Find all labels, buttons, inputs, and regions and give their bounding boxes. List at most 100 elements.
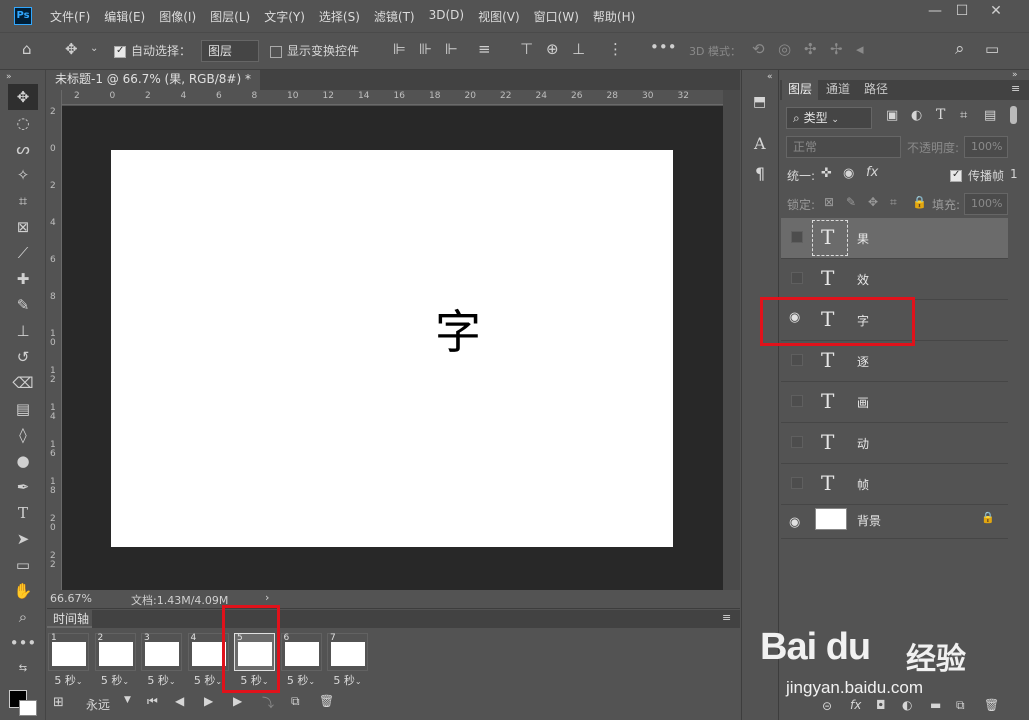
filter-shape-icon[interactable]: ⌗ xyxy=(960,108,967,123)
search-icon[interactable]: ⌕ xyxy=(955,39,965,59)
blur-tool-icon[interactable]: ◊ xyxy=(0,422,46,448)
magic-wand-tool-icon[interactable]: ✧ xyxy=(0,162,46,188)
first-frame-icon[interactable]: ⏮ xyxy=(147,694,158,709)
brush-tool-icon[interactable]: ✎ xyxy=(0,292,46,318)
3d-orbit-icon[interactable]: ⟲ xyxy=(752,40,765,58)
menu-help[interactable]: 帮助(H) xyxy=(593,8,635,25)
layer-row[interactable]: T画 xyxy=(781,382,1008,423)
character-panel-icon[interactable]: A xyxy=(754,134,766,153)
frame-delay[interactable]: 5 秒⌄ xyxy=(95,672,136,688)
collapse-icon[interactable]: » xyxy=(0,70,46,84)
filter-pixel-icon[interactable]: ▣ xyxy=(886,108,898,123)
visibility-toggle[interactable] xyxy=(791,354,803,366)
type-tool-icon[interactable]: T xyxy=(0,500,46,526)
lasso-tool-icon[interactable]: ᔕ xyxy=(0,136,46,162)
unify-position-icon[interactable]: ✜ xyxy=(821,166,832,181)
frame-delay[interactable]: 5 秒⌄ xyxy=(281,672,322,688)
3d-panel-icon[interactable]: ⬒ xyxy=(753,94,766,110)
propagate-frame-checkbox[interactable] xyxy=(950,168,962,182)
animation-frame[interactable]: 6 xyxy=(280,633,322,671)
tab-layers[interactable]: 图层 xyxy=(782,80,819,100)
visibility-toggle[interactable] xyxy=(791,477,803,489)
close-button[interactable]: ✕ xyxy=(981,2,1011,22)
menu-view[interactable]: 视图(V) xyxy=(478,8,520,25)
background-color-swatch[interactable] xyxy=(19,700,37,716)
layer-row[interactable]: T帧 xyxy=(781,464,1008,505)
pen-tool-icon[interactable]: ✒ xyxy=(0,474,46,500)
menu-3d[interactable]: 3D(D) xyxy=(429,8,464,25)
path-selection-tool-icon[interactable]: ➤ xyxy=(0,526,46,552)
animation-frame[interactable]: 7 xyxy=(327,633,368,671)
eyedropper-tool-icon[interactable]: ⟋ xyxy=(0,240,46,266)
lock-position-icon[interactable]: ✥ xyxy=(868,195,878,209)
align-bottom-icon[interactable]: ⊥ xyxy=(572,40,585,58)
layer-name[interactable]: 动 xyxy=(857,435,869,452)
unify-style-icon[interactable]: fx xyxy=(866,165,878,180)
document-tab[interactable]: 未标题-1 @ 66.7% (果, RGB/8#) * ✕ xyxy=(47,70,260,105)
eraser-tool-icon[interactable]: ⌫ xyxy=(0,370,46,396)
layer-name[interactable]: 画 xyxy=(857,394,869,411)
dodge-tool-icon[interactable]: ● xyxy=(0,448,46,474)
layer-row[interactable]: T果 xyxy=(781,218,1008,259)
fill-input[interactable]: 100% xyxy=(964,193,1008,215)
collapse-panel-icon[interactable]: » xyxy=(1012,70,1018,80)
marquee-tool-icon[interactable]: ◌ xyxy=(0,110,46,136)
lock-transparent-icon[interactable]: ⊠ xyxy=(824,195,834,209)
menu-type[interactable]: 文字(Y) xyxy=(264,8,305,25)
workspace-icon[interactable]: ▭ xyxy=(985,40,999,58)
3d-pan-icon[interactable]: ✣ xyxy=(804,40,817,58)
layer-filter-dropdown[interactable]: ⌕ 类型 ⌄ xyxy=(786,107,872,129)
menu-filter[interactable]: 滤镜(T) xyxy=(374,8,415,25)
panel-menu-icon[interactable]: ≡ xyxy=(1011,82,1020,95)
tab-channels[interactable]: 通道 xyxy=(820,80,856,100)
next-frame-icon[interactable]: ▶ xyxy=(233,694,242,708)
chevron-down-icon[interactable]: ⌄ xyxy=(90,43,98,54)
menu-select[interactable]: 选择(S) xyxy=(319,8,360,25)
layer-name[interactable]: 效 xyxy=(857,271,869,288)
visibility-toggle[interactable] xyxy=(791,272,803,284)
frame-delay[interactable]: 5 秒⌄ xyxy=(48,672,89,688)
zoom-tool-icon[interactable]: ⌕ xyxy=(0,604,46,630)
expand-icon[interactable]: « xyxy=(767,72,773,82)
menu-file[interactable]: 文件(F) xyxy=(50,8,90,25)
layer-name[interactable]: 帧 xyxy=(857,476,869,493)
panel-menu-icon[interactable]: ≡ xyxy=(722,611,731,624)
edit-toolbar-icon[interactable]: ••• xyxy=(0,630,46,656)
blend-mode-dropdown[interactable]: 正常 xyxy=(786,136,901,158)
layer-name[interactable]: 逐 xyxy=(857,353,869,370)
frame-tool-icon[interactable]: ⊠ xyxy=(0,214,46,240)
zoom-level[interactable]: 66.67% xyxy=(50,592,92,605)
lock-all-icon[interactable]: 🔒 xyxy=(912,195,927,209)
previous-frame-icon[interactable]: ◀ xyxy=(175,694,184,708)
lock-image-icon[interactable]: ✎ xyxy=(846,195,856,209)
healing-brush-tool-icon[interactable]: ✚ xyxy=(0,266,46,292)
lock-artboard-icon[interactable]: ⌗ xyxy=(890,195,897,210)
align-left-icon[interactable]: ⊫ xyxy=(393,40,406,58)
swap-colors-icon[interactable]: ⇆ xyxy=(0,656,46,682)
visibility-toggle[interactable] xyxy=(791,231,803,243)
tab-timeline[interactable]: 时间轴 xyxy=(47,610,92,628)
delete-frame-icon[interactable]: 🗑 xyxy=(319,694,334,708)
filter-type-icon[interactable]: T xyxy=(936,107,945,123)
chevron-down-icon[interactable]: ▼ xyxy=(124,695,131,705)
home-icon[interactable]: ⌂ xyxy=(22,40,32,58)
layer-name[interactable]: 果 xyxy=(857,230,869,247)
play-icon[interactable]: ▶ xyxy=(204,694,213,708)
tween-icon[interactable]: ⤵ xyxy=(262,694,274,711)
frame-delay[interactable]: 5 秒⌄ xyxy=(141,672,182,688)
align-top-icon[interactable]: ⊤ xyxy=(520,40,533,58)
canvas[interactable] xyxy=(111,150,673,547)
menu-image[interactable]: 图像(I) xyxy=(159,8,196,25)
move-tool-icon[interactable]: ✥ xyxy=(65,40,78,58)
visibility-toggle[interactable] xyxy=(791,395,803,407)
distribute-vertical-icon[interactable]: ⋮ xyxy=(608,40,623,58)
frame-delay[interactable]: 5 秒⌄ xyxy=(327,672,368,688)
animation-frame[interactable]: 3 xyxy=(141,633,182,671)
unify-visibility-icon[interactable]: ◉ xyxy=(843,166,854,181)
restore-button[interactable]: ☐ xyxy=(947,2,977,22)
rectangle-tool-icon[interactable]: ▭ xyxy=(0,552,46,578)
3d-camera-icon[interactable]: ◂ xyxy=(856,40,864,58)
layer-row[interactable]: T逐 xyxy=(781,341,1008,382)
paragraph-panel-icon[interactable]: ¶ xyxy=(755,164,765,183)
distribute-icon[interactable]: ≡ xyxy=(478,40,491,58)
